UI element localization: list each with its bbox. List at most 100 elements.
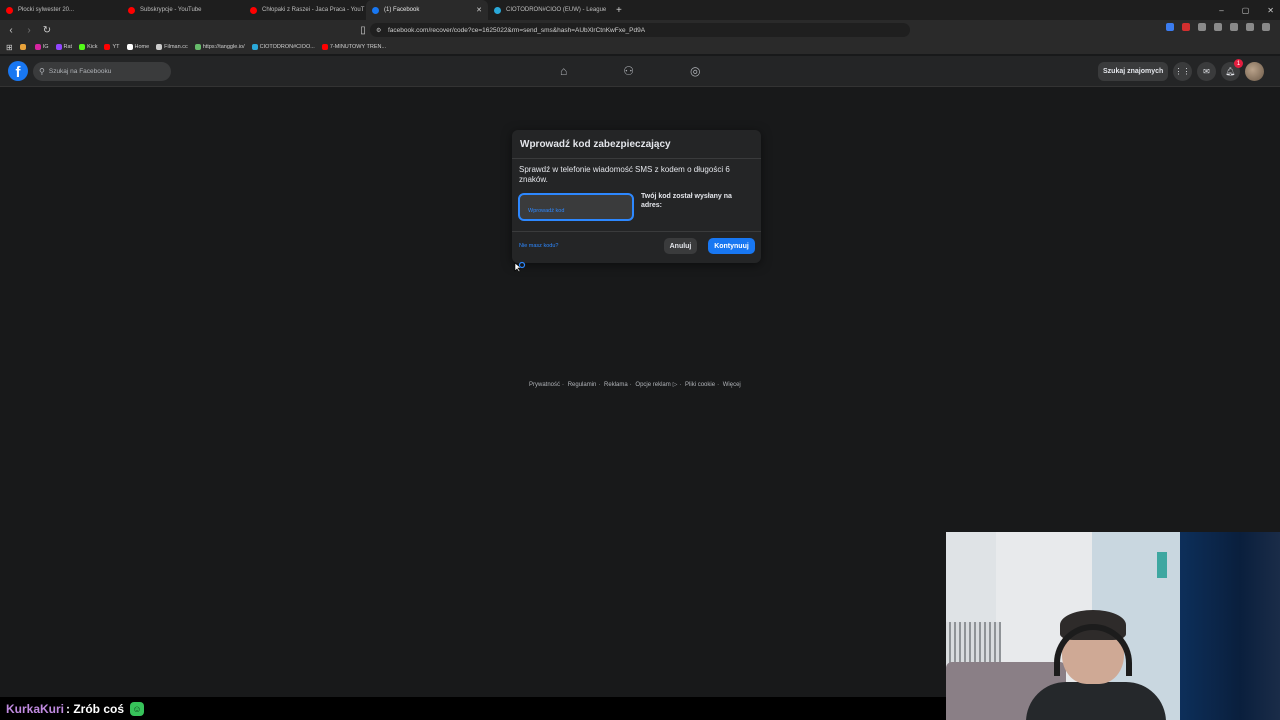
footer-link-privacy[interactable]: Prywatność bbox=[529, 382, 560, 388]
apps-grid-icon[interactable]: ⊞ bbox=[6, 43, 13, 52]
extension-icon[interactable] bbox=[1166, 23, 1174, 31]
webcam-curtain bbox=[1180, 532, 1280, 720]
bookmark-item[interactable]: Filman.cc bbox=[156, 44, 188, 50]
divider bbox=[512, 231, 761, 232]
bookmark-item[interactable] bbox=[19, 44, 28, 50]
cancel-button[interactable]: Anuluj bbox=[664, 238, 697, 254]
sidebar-icon[interactable] bbox=[1230, 23, 1238, 31]
forward-icon[interactable]: › bbox=[22, 23, 36, 37]
dialog-description: Sprawdź w telefonie wiadomość SMS z kode… bbox=[519, 165, 730, 184]
bookmark-favicon-icon bbox=[34, 44, 41, 50]
bookmark-favicon-icon bbox=[194, 44, 201, 50]
bookmark-favicon-icon bbox=[79, 44, 86, 50]
page-footer: Prywatność · Regulamin · Reklama · Opcje re… bbox=[529, 382, 741, 388]
security-code-dialog: Wprowadź kod zabezpieczający Sprawdź w t… bbox=[512, 130, 761, 263]
facebook-search[interactable]: ⚲ Szukaj na Facebooku bbox=[33, 62, 171, 81]
cursor-loading-icon bbox=[514, 261, 526, 273]
minimize-icon[interactable]: – bbox=[1219, 6, 1223, 15]
find-friends-button[interactable]: Szukaj znajomych bbox=[1098, 62, 1169, 81]
bookmark-favicon-icon bbox=[251, 44, 258, 50]
close-window-icon[interactable]: ✕ bbox=[1267, 6, 1274, 15]
friends-icon[interactable]: ⚇ bbox=[623, 64, 634, 78]
bookmark-icon[interactable]: ▯ bbox=[356, 23, 370, 37]
browser-tab[interactable]: CIOTODRON#CIOO (EUW) - League bbox=[488, 0, 610, 20]
tab-close-icon[interactable]: ✕ bbox=[476, 6, 482, 14]
dialog-title: Wprowadź kod zabezpieczający bbox=[520, 139, 671, 150]
back-icon[interactable]: ‹ bbox=[4, 23, 18, 37]
tab-favicon-icon bbox=[128, 6, 135, 14]
facebook-logo[interactable]: f bbox=[8, 61, 28, 81]
chat-message: : Zrób coś bbox=[66, 701, 125, 716]
no-code-link[interactable]: Nie masz kodu? bbox=[519, 243, 558, 249]
footer-link-more[interactable]: Więcej bbox=[723, 382, 741, 388]
address-bar[interactable]: ⚙ facebook.com/recover/code?ce=1625022&r… bbox=[370, 23, 910, 37]
reload-icon[interactable]: ↻ bbox=[40, 23, 54, 37]
code-sent-to: Twój kod został wysłany na adres: bbox=[641, 193, 732, 209]
continue-button[interactable]: Kontynuuj bbox=[708, 238, 755, 254]
site-info-icon[interactable]: ⚙ bbox=[376, 27, 381, 34]
browser-tabstrip: Płocki sylwester 20... Subskrypcje - You… bbox=[0, 0, 1280, 20]
webcam-overlay bbox=[946, 532, 1280, 720]
footer-link-terms[interactable]: Regulamin bbox=[568, 382, 597, 388]
wallet-icon[interactable] bbox=[1246, 23, 1254, 31]
browser-tab[interactable]: Płocki sylwester 20... bbox=[0, 0, 122, 20]
webcam-poster bbox=[1157, 552, 1167, 578]
chat-username: KurkaKuri bbox=[6, 701, 65, 716]
bookmark-item[interactable]: YT bbox=[104, 44, 120, 50]
tab-favicon-icon bbox=[250, 6, 257, 14]
messenger-icon[interactable]: ✉ bbox=[1197, 62, 1216, 81]
center-nav: ⌂ ⚇ ◎ bbox=[560, 64, 701, 78]
bookmark-item[interactable]: IG bbox=[34, 44, 49, 50]
bookmark-favicon-icon bbox=[126, 44, 133, 50]
bookmark-favicon-icon bbox=[104, 44, 111, 50]
chat-emote-icon: ☺ bbox=[130, 701, 145, 716]
bookmark-favicon-icon bbox=[19, 44, 26, 50]
url-text: facebook.com/recover/code?ce=1625022&rm=… bbox=[388, 26, 646, 34]
code-input[interactable] bbox=[518, 193, 634, 221]
tab-favicon-icon bbox=[6, 6, 13, 14]
bookmark-item[interactable]: Rat bbox=[55, 44, 72, 50]
bookmark-item[interactable]: https://tanggle.io/ bbox=[194, 44, 245, 50]
chat-overlay: KurkaKuri : Zrób coś ☺ bbox=[0, 697, 946, 720]
bookmark-item[interactable]: CIOTODRON#CIOO... bbox=[251, 44, 315, 50]
tab-label: (1) Facebook bbox=[384, 7, 420, 13]
extension-icon[interactable] bbox=[1182, 23, 1190, 31]
ad-choices-icon: ▷ bbox=[672, 382, 678, 388]
bookmarks-bar: ⊞ IG Rat Kick YT Home Filman.cc https://… bbox=[0, 40, 1280, 54]
new-tab-button[interactable]: + bbox=[616, 5, 622, 16]
tab-label: Płocki sylwester 20... bbox=[18, 7, 75, 13]
bookmark-item[interactable]: Kick bbox=[79, 44, 97, 50]
bookmark-favicon-icon bbox=[156, 44, 163, 50]
notification-badge: 1 bbox=[1234, 59, 1243, 68]
menu-icon[interactable] bbox=[1262, 23, 1270, 31]
extension-icon[interactable] bbox=[1198, 23, 1206, 31]
browser-tab-active[interactable]: (1) Facebook ✕ bbox=[366, 0, 488, 20]
bookmark-favicon-icon bbox=[55, 44, 62, 50]
browser-tab[interactable]: Subskrypcje - YouTube bbox=[122, 0, 244, 20]
avatar[interactable] bbox=[1245, 62, 1264, 81]
browser-tab[interactable]: Chłopaki z Raszei - Jaca Praca - YouT bbox=[244, 0, 366, 20]
streamer-body bbox=[1026, 682, 1166, 720]
footer-link-ads[interactable]: Reklama bbox=[604, 382, 628, 388]
footer-link-ad-choices[interactable]: Opcje reklam bbox=[635, 382, 670, 388]
window-controls: – ▢ ✕ bbox=[1219, 0, 1274, 20]
tab-favicon-icon bbox=[372, 6, 379, 14]
bookmark-item[interactable]: 7-MINUTOWY TREN... bbox=[321, 44, 386, 50]
menu-grid-icon[interactable]: ⋮⋮ bbox=[1173, 62, 1192, 81]
notifications-icon[interactable]: 🔔︎ 1 bbox=[1221, 59, 1243, 81]
footer-link-cookies[interactable]: Pliki cookie bbox=[685, 382, 715, 388]
bookmark-item[interactable]: Home bbox=[126, 44, 149, 50]
browser-navbar: ‹ › ↻ ▯ ⚙ facebook.com/recover/code?ce=1… bbox=[0, 20, 1280, 40]
groups-icon[interactable]: ◎ bbox=[690, 64, 700, 78]
maximize-icon[interactable]: ▢ bbox=[1242, 6, 1250, 15]
puzzle-icon[interactable] bbox=[1214, 23, 1222, 31]
tab-favicon-icon bbox=[494, 6, 501, 14]
tab-label: Subskrypcje - YouTube bbox=[140, 7, 202, 13]
search-placeholder: Szukaj na Facebooku bbox=[48, 68, 112, 75]
facebook-header: f ⚲ Szukaj na Facebooku ⌂ ⚇ ◎ Szukaj zna… bbox=[0, 56, 1280, 87]
tab-label: CIOTODRON#CIOO (EUW) - League bbox=[506, 7, 607, 13]
divider bbox=[512, 158, 761, 159]
extensions-area bbox=[1166, 23, 1270, 31]
home-icon[interactable]: ⌂ bbox=[560, 64, 567, 78]
search-icon: ⚲ bbox=[39, 67, 45, 76]
